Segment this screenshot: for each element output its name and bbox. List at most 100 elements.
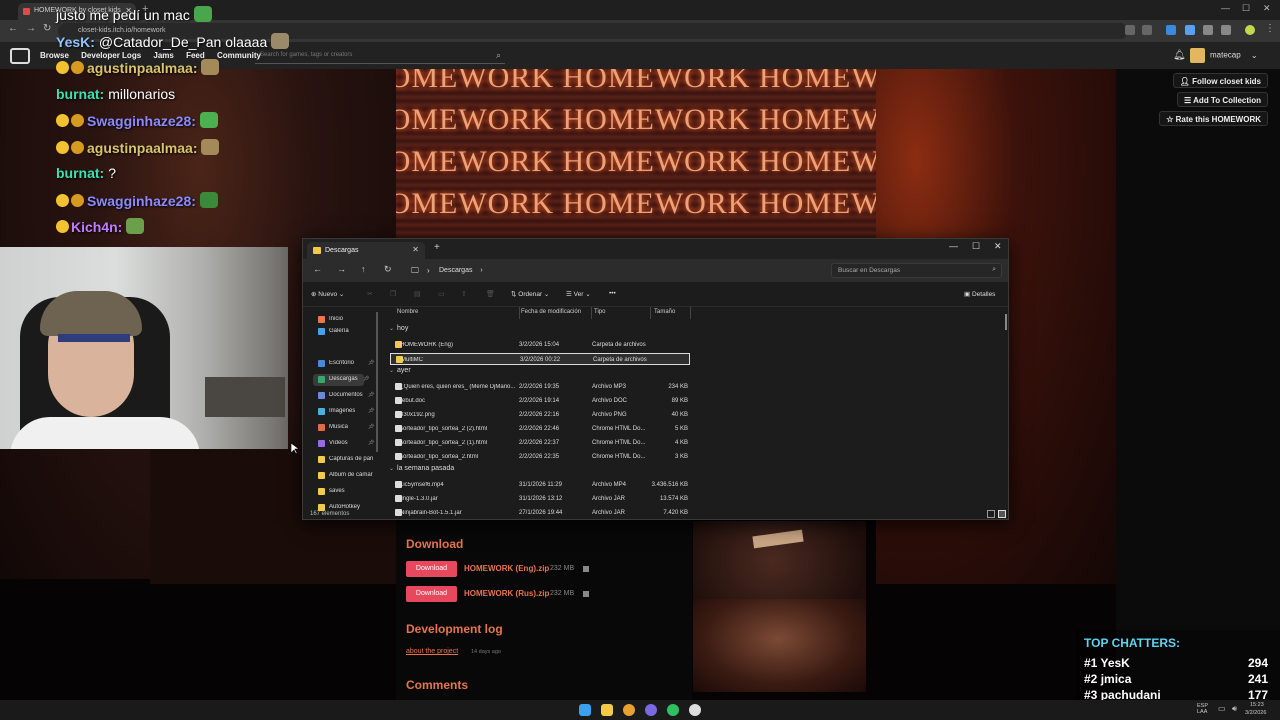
user-menu[interactable]: matecap ⌄ [1190,48,1258,63]
new-button[interactable]: ⊕ Nuevo ⌄ [311,290,344,298]
game-screenshot[interactable] [693,599,866,692]
menu-dots-icon[interactable]: ⋮ [1265,23,1275,34]
maximize-icon[interactable]: ☐ [1242,3,1250,14]
new-tab-icon[interactable]: + [434,242,440,253]
chat-emote-icon [126,218,145,234]
extension-icon[interactable] [1185,25,1195,35]
more-options-icon[interactable]: ••• [609,290,616,297]
spotify-icon[interactable] [667,704,679,716]
file-name: sorteador_tipo_sortea_2 (2).html [400,426,488,432]
search-placeholder: Buscar en Descargas [838,267,901,274]
back-icon[interactable]: ← [313,264,322,274]
column-header-name[interactable]: Nombre [397,309,418,315]
maximize-icon[interactable]: ☐ [972,241,980,252]
sidebar-item[interactable]: Documentos 📌︎ [318,392,374,400]
file-type: Carpeta de archivos [593,357,647,363]
minimize-icon[interactable]: — [949,241,958,251]
sidebar-item[interactable]: Vídeos 📌︎ [318,440,374,448]
file-row[interactable]: sorteador_tipo_sortea_2 (2).html 2/2/2026… [390,423,690,435]
file-row[interactable]: ¿Quien eres, quien eres_ (Meme DjMario..… [390,381,690,393]
explorer-tab[interactable]: Descargas ✕ [307,242,425,259]
chat-emote-icon [193,6,212,22]
file-row[interactable]: jingle-1.3.0.jar 31/1/2026 13:12 Archivo J… [390,493,690,505]
sidebar-item[interactable]: Galería [318,328,349,336]
translate-icon[interactable] [1125,25,1135,35]
file-row[interactable]: 1ic5ymsef6.mp4 31/1/2026 11:29 Archivo MP4… [390,479,690,491]
view-button[interactable]: ☰ Ver ⌄ [566,290,591,298]
bookmark-star-icon[interactable] [1142,25,1152,35]
sidebar-scrollbar[interactable] [376,312,378,452]
forward-icon[interactable]: → [337,264,346,274]
profile-avatar[interactable] [1245,25,1255,35]
details-view-icon[interactable] [987,510,995,518]
column-divider[interactable] [650,307,651,319]
rename-icon[interactable]: ▭ [438,290,445,298]
file-row[interactable]: rebut.doc 2/2/2026 19:14 Archivo DOC 89 KB [390,395,690,407]
details-button[interactable]: ▣ Detalles [964,290,995,298]
group-header[interactable]: ⌄ hoy [389,325,408,332]
file-row[interactable]: sorteador_tipo_sortea_2 (1).html 2/2/2026… [390,437,690,449]
up-icon[interactable]: ↑ [361,264,366,274]
sidebar-item[interactable]: saves [318,488,345,496]
language-indicator[interactable]: ESP LAA [1197,703,1208,715]
copy-icon[interactable]: ❐ [390,290,396,298]
search-icon[interactable]: ⌕ [496,50,501,61]
download-button[interactable]: Download [406,586,457,602]
refresh-icon[interactable]: ↻ [384,264,392,275]
column-divider[interactable] [591,307,592,319]
breadcrumb-item[interactable]: Descargas [439,267,472,274]
group-header[interactable]: ⌄ ayer [389,367,411,374]
sidebar-item[interactable]: Capturas de pantalla [318,456,373,464]
file-row[interactable]: sorteador_tipo_sortea_2.html 2/2/2026 22:… [390,451,690,463]
close-tab-icon[interactable]: ✕ [412,245,419,254]
volume-icon[interactable]: 🔊︎ [1232,704,1237,714]
explorer-search-input[interactable]: Buscar en Descargas ⌕ [831,263,1002,278]
column-divider[interactable] [690,307,691,319]
delete-icon[interactable]: 🗑︎ [486,290,495,298]
file-row[interactable]: 330x192.png 2/2/2026 22:16 Archivo PNG 40 K… [390,409,690,421]
sidebar-item[interactable]: Escritorio 📌︎ [318,360,374,368]
sidebar-item[interactable]: Imágenes 📌︎ [318,408,374,416]
discord-icon[interactable] [645,704,657,716]
minimize-icon[interactable]: — [1221,3,1230,13]
extensions-puzzle-icon[interactable] [1221,25,1231,35]
breadcrumb[interactable]: 🖵︎ › Descargas › [405,263,825,278]
extension-icon[interactable] [1166,25,1176,35]
sidebar-item[interactable]: Descargas 📌︎ [313,374,369,386]
download-button[interactable]: Download [406,561,457,577]
paste-icon[interactable]: ▤ [414,290,421,298]
column-header-date[interactable]: Fecha de modificación [521,309,581,315]
rate-button[interactable]: ☆ Rate this HOMEWORK [1159,111,1268,126]
clock-date[interactable]: 3/2/2026 [1245,710,1266,716]
file-list-scrollbar[interactable] [1005,314,1007,330]
chrome-icon[interactable] [623,704,635,716]
devlog-link[interactable]: about the project [406,648,458,655]
windows-start-icon[interactable] [579,704,591,716]
sort-button[interactable]: ⇅ Ordenar ⌄ [511,290,549,298]
notifications-bell-icon[interactable]: 🔔︎ [1173,50,1186,61]
file-date: 2/2/2026 22:35 [519,454,560,460]
clock-time[interactable]: 15:23 [1250,702,1264,708]
column-divider[interactable] [519,307,520,319]
add-to-collection-button[interactable]: ☰ Add To Collection [1177,92,1268,107]
follow-button[interactable]: 👤︎ Follow closet kids [1172,73,1268,88]
share-icon[interactable]: ⇪ [461,290,467,298]
extension-icon[interactable] [1203,25,1213,35]
column-header-type[interactable]: Tipo [594,309,605,315]
obs-icon[interactable] [689,704,701,716]
file-row[interactable]: HOMEWORK (Eng) 3/2/2026 15:04 Carpeta de a… [390,339,690,351]
network-icon[interactable]: ▭ [1218,704,1226,713]
file-size: 5 KB [674,426,688,432]
tiles-view-icon[interactable] [998,510,1006,518]
close-window-icon[interactable]: ✕ [1263,3,1271,14]
folder-icon [313,247,321,254]
file-row[interactable]: MultiMC 3/2/2026 00:22 Carpeta de archivos [390,353,690,365]
sidebar-item[interactable]: Música 📌︎ [318,424,374,432]
group-header[interactable]: ⌄ la semana pasada [389,465,454,472]
sidebar-item[interactable]: Inicio [318,316,343,324]
close-window-icon[interactable]: ✕ [994,241,1002,252]
sidebar-item[interactable]: Álbum de cámara [318,472,373,480]
file-explorer-icon[interactable] [601,704,613,716]
column-header-size[interactable]: Tamaño [654,309,675,315]
cut-icon[interactable]: ✂ [367,290,373,298]
